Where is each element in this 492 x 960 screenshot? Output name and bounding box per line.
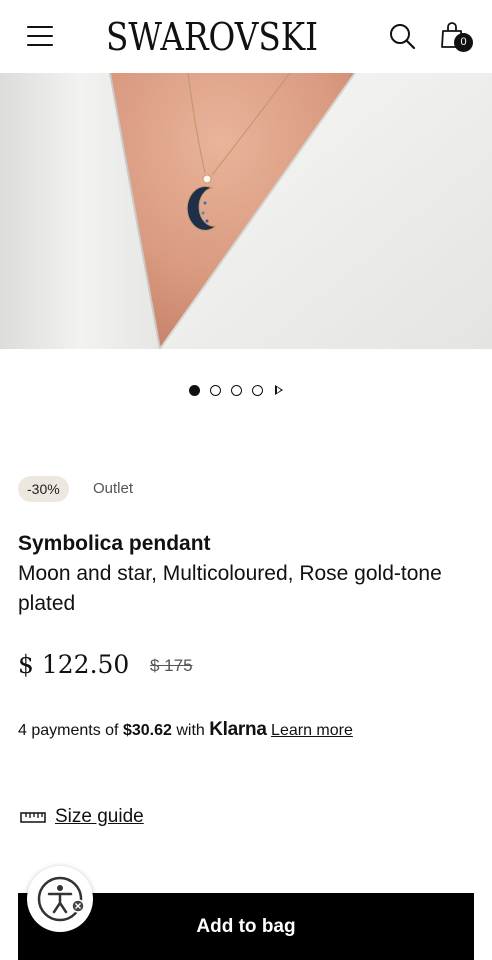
klarna-payment-info: 4 payments of $30.62 with Klarna Learn m… (18, 719, 353, 742)
shopping-bag-button[interactable]: 0 (440, 21, 474, 55)
play-icon[interactable] (275, 385, 283, 395)
carousel-dot-1[interactable] (189, 384, 200, 396)
size-guide-link[interactable]: Size guide (20, 804, 144, 830)
image-carousel-indicators (189, 382, 283, 398)
carousel-dot-2[interactable] (210, 384, 221, 396)
original-price: $ 175 (150, 656, 193, 675)
product-photo (0, 73, 492, 349)
sale-price: $ 122.50 (18, 650, 130, 679)
outlet-tag: Outlet (93, 480, 134, 497)
accessibility-icon (37, 876, 85, 922)
klarna-logo: Klarna (209, 719, 267, 740)
carousel-dot-3[interactable] (231, 384, 242, 396)
klarna-middle: with (176, 722, 205, 739)
size-guide-label: Size guide (55, 806, 144, 827)
bag-count-badge: 0 (454, 33, 473, 52)
brand-logo[interactable]: SWAROVSKI (106, 12, 328, 62)
klarna-prefix: 4 payments of (18, 722, 119, 739)
discount-badge: -30% (18, 476, 69, 502)
ruler-icon (20, 812, 46, 823)
search-icon[interactable] (388, 22, 418, 52)
klarna-learn-more-link[interactable]: Learn more (271, 722, 353, 739)
product-hero-image[interactable] (0, 73, 492, 349)
product-description: Moon and star, Multicoloured, Rose gold-… (18, 562, 442, 615)
hamburger-menu-icon[interactable] (27, 26, 53, 48)
site-header: SWAROVSKI 0 (0, 0, 492, 73)
accessibility-button[interactable] (27, 866, 93, 932)
klarna-amount: $30.62 (122, 722, 172, 739)
product-name: Symbolica pendant (18, 532, 211, 555)
carousel-dot-4[interactable] (252, 384, 263, 396)
